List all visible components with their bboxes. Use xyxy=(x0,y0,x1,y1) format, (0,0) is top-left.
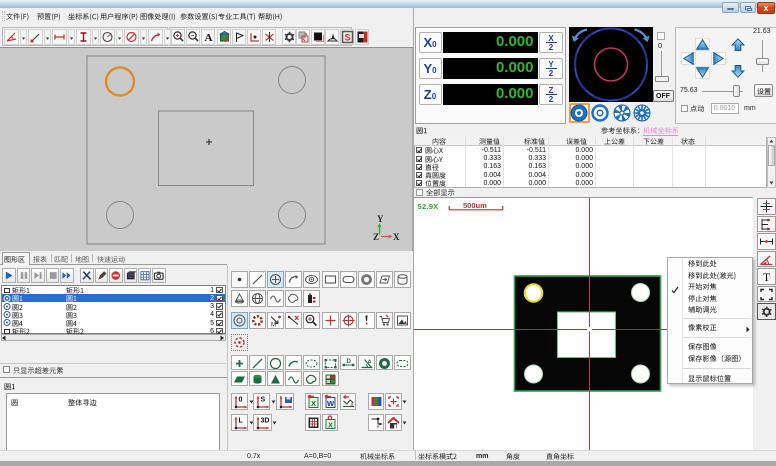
svg-text:3D: 3D xyxy=(260,418,269,425)
svg-text:A: A xyxy=(367,359,371,365)
svg-text:X: X xyxy=(393,232,400,242)
svg-text:A: A xyxy=(205,32,213,44)
svg-text:X: X xyxy=(310,399,315,408)
svg-text:W: W xyxy=(327,399,335,408)
svg-text:500um: 500um xyxy=(463,201,487,210)
svg-text:M: M xyxy=(271,323,276,329)
svg-text:D: D xyxy=(346,359,351,365)
svg-text:T: T xyxy=(762,270,770,284)
svg-text:S: S xyxy=(344,32,350,42)
svg-text:0: 0 xyxy=(238,397,242,404)
svg-text:A: A xyxy=(350,404,354,410)
svg-text:L: L xyxy=(238,418,243,425)
svg-text:X: X xyxy=(328,423,333,430)
svg-text:Y: Y xyxy=(377,214,384,224)
svg-text:Z: Z xyxy=(373,232,379,242)
svg-text:S: S xyxy=(260,397,265,404)
